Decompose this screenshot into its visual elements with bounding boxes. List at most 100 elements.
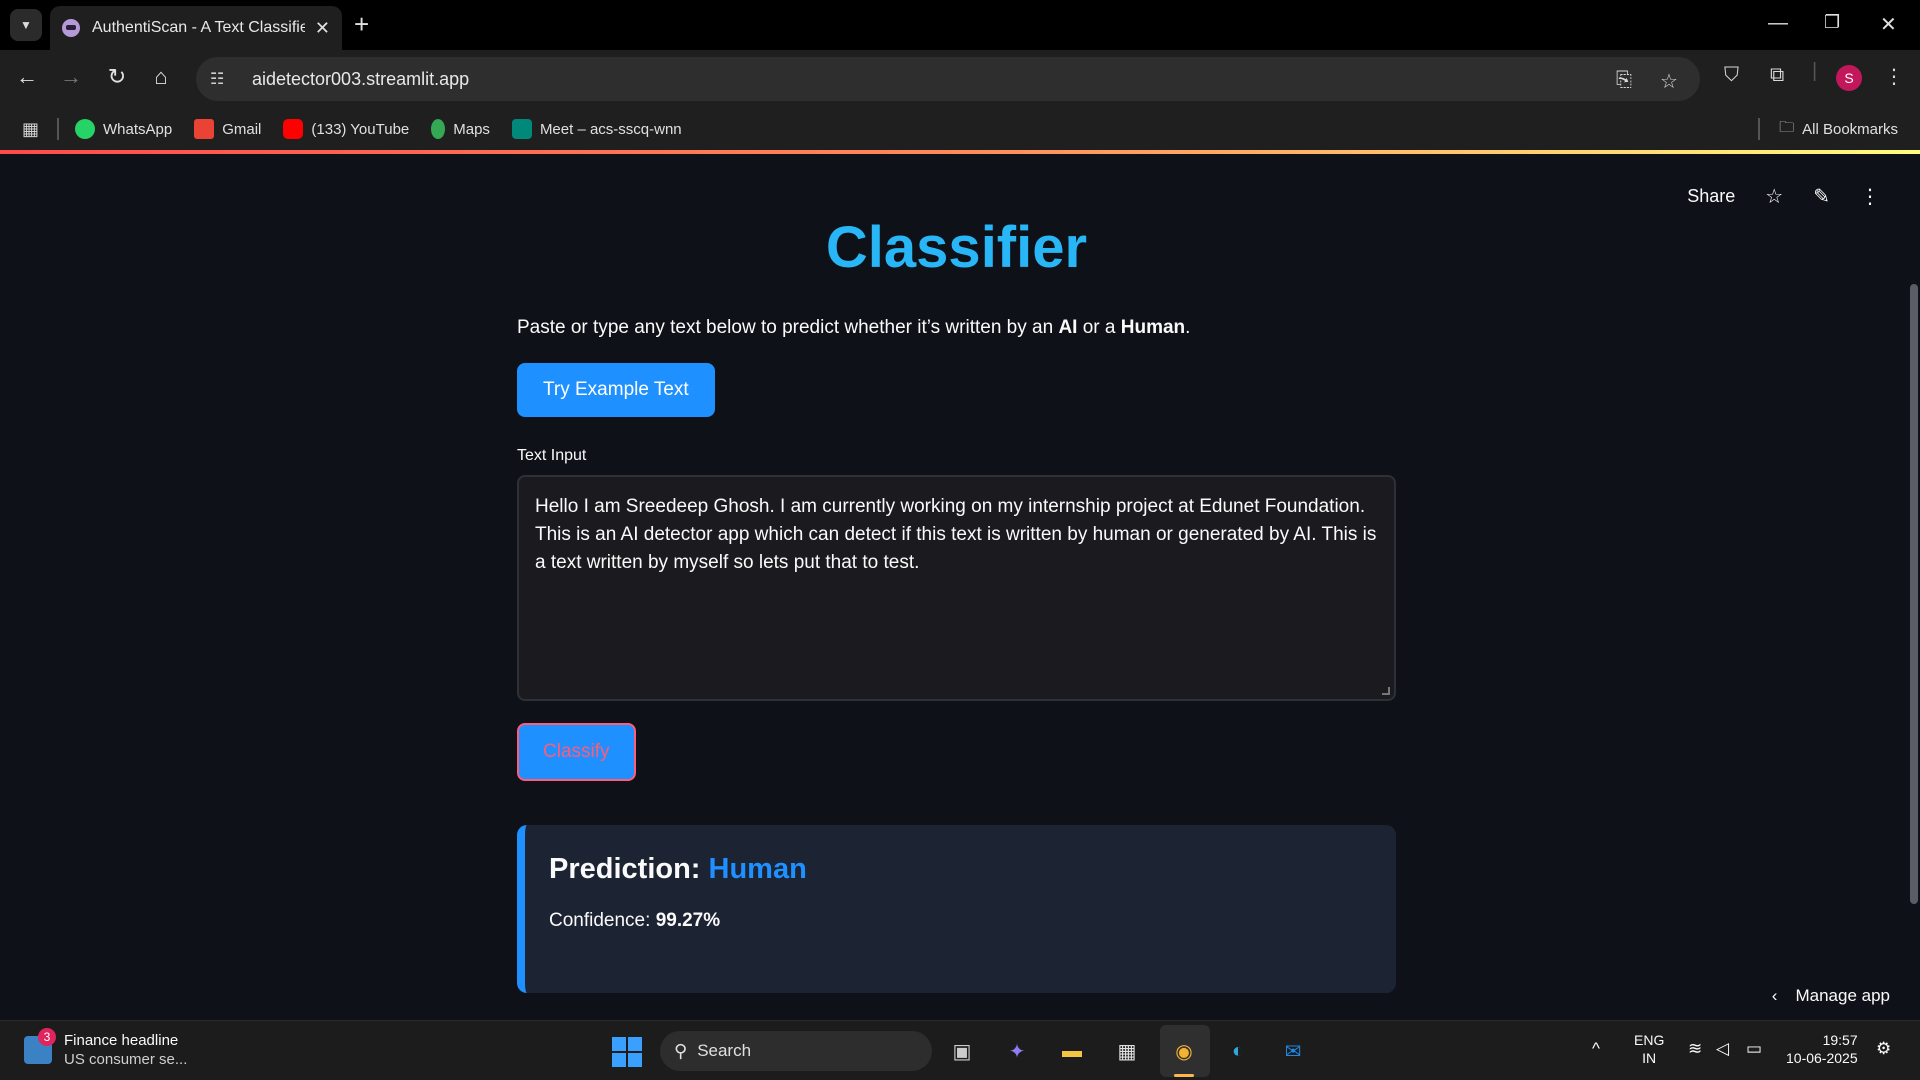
intro-ai: AI [1058,317,1078,338]
bookmark-whatsapp[interactable]: WhatsApp [75,119,172,139]
clock-date: 10-06-2025 [1786,1050,1858,1066]
install-app-icon[interactable]: ⎘ [1616,69,1632,92]
bookmarks-divider [1758,118,1760,140]
bookmark-gmail[interactable]: Gmail [194,119,261,139]
bookmarks-divider [57,118,60,140]
shield-icon[interactable]: ⛉ [1724,64,1739,87]
page-title: Classifier [825,215,1088,280]
prediction-heading: Prediction: Human [549,853,1372,886]
text-input-area[interactable]: Hello I am Sreedeep Ghosh. I am currentl… [517,475,1396,701]
confidence-line: Confidence: 99.27% [549,910,1372,932]
bookmark-maps[interactable]: Maps [431,119,490,139]
task-view-icon[interactable]: ▣ [944,1033,980,1069]
text-input-value: Hello I am Sreedeep Ghosh. I am currentl… [535,496,1377,573]
folder-icon: 🗀 [1779,118,1795,136]
home-icon[interactable]: ⌂ [146,64,176,90]
manage-app-button[interactable]: ‹ Manage app [1772,986,1890,1006]
file-explorer-icon[interactable]: ▬ [1054,1033,1090,1069]
search-icon: ⚲ [674,1040,688,1061]
chevron-left-icon: ‹ [1771,986,1778,1005]
confidence-value: 99.27% [655,910,721,931]
news-title: Finance headline [64,1032,179,1049]
tab-search-button[interactable]: ▼ [10,9,42,41]
prediction-value: Human [708,853,807,885]
profile-avatar[interactable]: S [1836,65,1862,91]
chrome-icon[interactable]: ◉ [1166,1033,1202,1069]
tab-favicon-icon [62,19,80,37]
share-button[interactable]: Share [1687,186,1735,207]
news-subtitle: US consumer se... [64,1051,188,1068]
browser-toolbar: ← → ↻ ⌂ ☷ aidetector003.streamlit.app ⎘ … [0,50,1920,108]
prediction-card: Prediction: Human Confidence: 99.27% [517,825,1396,993]
close-window-icon[interactable]: ✕ [1880,12,1897,37]
browser-tabbar: ▼ AuthentiScan - A Text Classifier ✕ + —… [0,0,1920,50]
minimize-icon[interactable]: — [1768,12,1788,35]
taskbar-search[interactable]: ⚲ Search [660,1031,932,1071]
outlook-icon[interactable]: ✉ [1275,1033,1311,1069]
meet-icon [511,119,532,139]
intro-human: Human [1120,317,1186,338]
tray-overflow-icon[interactable]: ^ [1592,1039,1600,1059]
bookmark-meet[interactable]: Meet – acs-sscq-wnn [511,119,682,139]
site-info-icon[interactable]: ☷ [210,69,232,89]
main-content: Classifier Paste or type any text below … [517,154,1396,993]
bookmark-star-icon[interactable]: ☆ [1660,69,1678,94]
forward-icon[interactable]: → [56,64,86,90]
clock-time: 19:57 [1822,1032,1858,1048]
whatsapp-icon [75,119,96,139]
volume-icon[interactable]: ◁ [1716,1039,1729,1059]
store-icon[interactable]: ▦ [1109,1033,1145,1069]
back-icon[interactable]: ← [12,64,42,90]
windows-taskbar: 3 Finance headline US consumer se... ⚲ Se… [0,1020,1920,1080]
intro-text: Paste or type any text below to predict … [517,317,1396,339]
maps-pin-icon [431,119,446,139]
intro-mid: or a [1077,317,1121,338]
browser-tab-active[interactable]: AuthentiScan - A Text Classifier ✕ [50,6,342,50]
edge-icon[interactable]: ◐ [1220,1033,1256,1069]
resize-handle[interactable] [1382,687,1390,695]
lang-bottom: IN [1642,1050,1657,1066]
all-bookmarks-label: All Bookmarks [1802,120,1898,138]
text-input-label: Text Input [517,447,587,464]
youtube-icon [283,119,304,139]
manage-app-label: Manage app [1795,986,1890,1005]
reload-icon[interactable]: ↻ [102,64,132,90]
windows-start-icon[interactable] [612,1037,642,1067]
browser-menu-icon[interactable]: ⋮ [1884,64,1904,89]
news-text: Finance headline US consumer se... [64,1031,187,1069]
confidence-label: Confidence: [549,910,656,931]
battery-icon[interactable]: ▭ [1746,1039,1762,1059]
bookmarks-bar: ▦ WhatsApp Gmail (133) YouTube Maps Meet… [0,108,1920,150]
app-viewport: Share ☆ ✎ ⋮ Classifier Paste or type any… [0,154,1920,1020]
clock[interactable]: 19:57 10-06-2025 [1786,1031,1858,1067]
lang-top: ENG [1634,1032,1665,1048]
edit-pencil-icon[interactable]: ✎ [1813,184,1830,209]
taskbar-search-label: Search [697,1041,752,1060]
apps-grid-icon[interactable]: ▦ [22,119,39,140]
gmail-icon [194,119,215,139]
all-bookmarks-button[interactable]: 🗀 All Bookmarks [1779,117,1898,142]
star-icon[interactable]: ☆ [1765,184,1783,209]
bookmark-youtube[interactable]: (133) YouTube [283,119,409,139]
language-indicator[interactable]: ENG IN [1634,1031,1664,1067]
notification-bell-icon[interactable]: ⚙ [1876,1039,1891,1059]
news-widget[interactable]: 3 Finance headline US consumer se... [24,1028,187,1069]
bookmark-label: Maps [453,120,490,138]
copilot-icon[interactable]: ✦ [999,1033,1035,1069]
notification-badge: 3 [38,1028,56,1046]
classify-button[interactable]: Classify [517,723,636,781]
close-tab-icon[interactable]: ✕ [315,18,330,39]
restore-icon[interactable]: ❐ [1824,12,1840,33]
bookmark-label: WhatsApp [103,120,173,138]
try-example-button[interactable]: Try Example Text [517,363,715,417]
bookmark-label: Gmail [222,120,262,138]
intro-suffix: . [1185,317,1191,338]
wifi-icon[interactable]: ≋ [1688,1039,1702,1059]
page-scrollbar[interactable] [1910,284,1918,904]
new-tab-button[interactable]: + [354,10,369,38]
url-text: aidetector003.streamlit.app [252,68,470,89]
address-bar[interactable]: ☷ aidetector003.streamlit.app ⎘ ☆ [196,57,1700,101]
more-vert-icon[interactable]: ⋮ [1860,184,1880,209]
news-widget-icon: 3 [24,1028,56,1064]
extensions-icon[interactable]: ⧉ [1770,64,1784,87]
